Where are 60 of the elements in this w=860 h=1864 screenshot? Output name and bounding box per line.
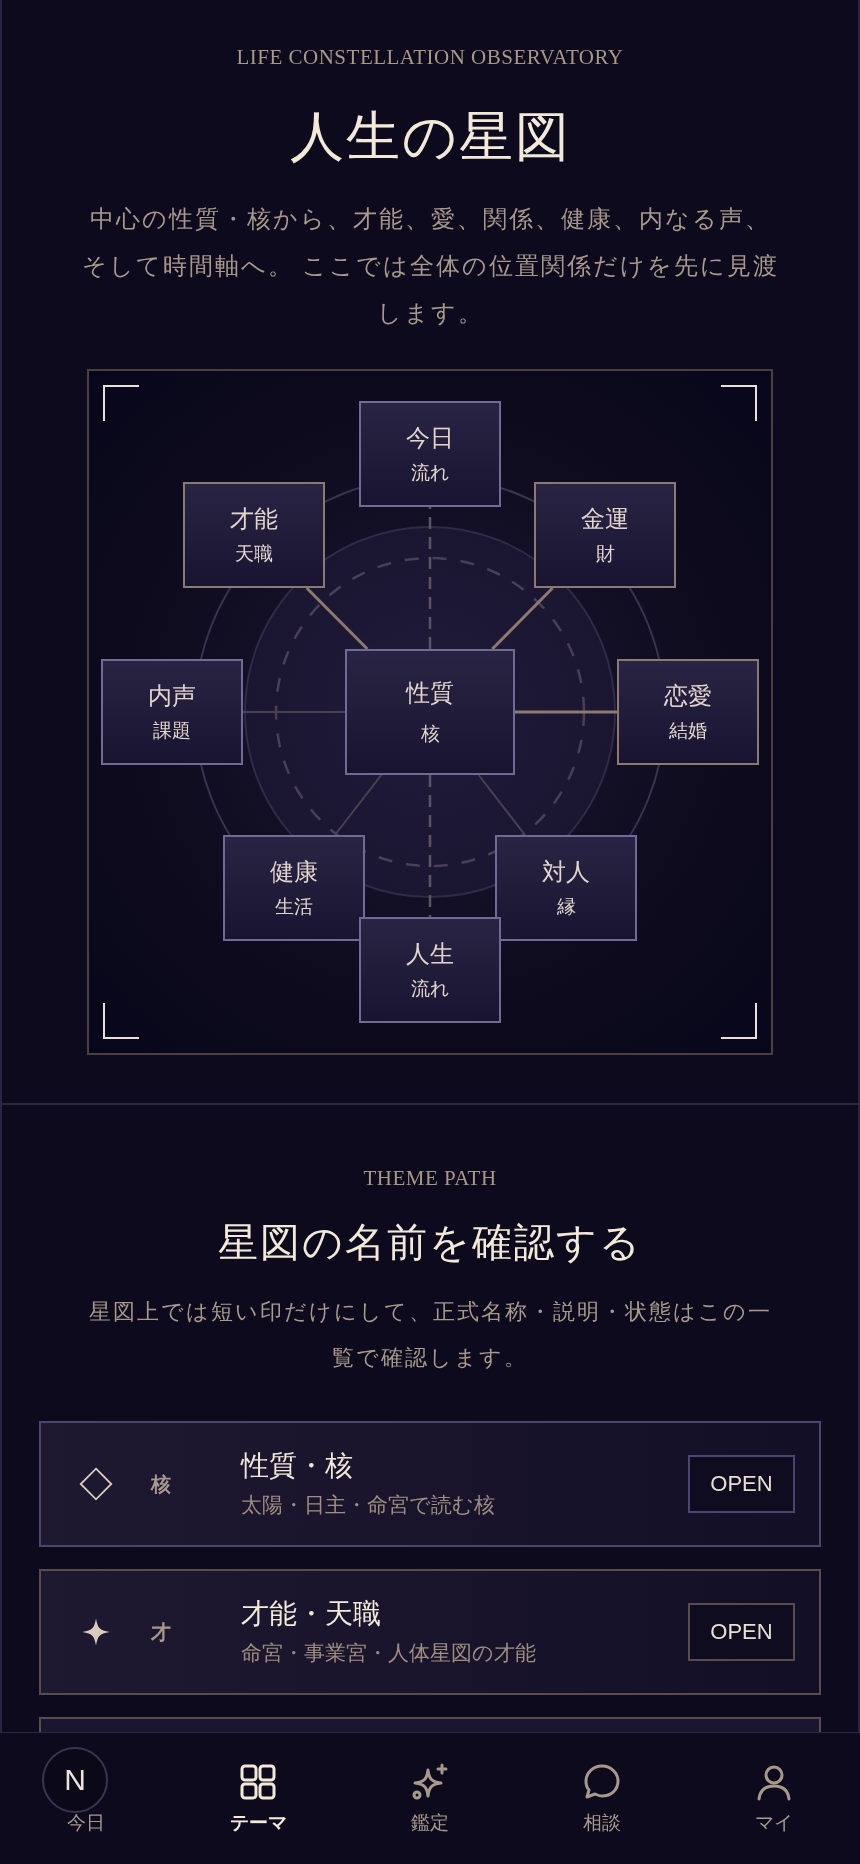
node-title: 人生 [406,940,454,969]
chart-node[interactable]: 人生 流れ [359,917,501,1023]
letter-avatar[interactable]: N [42,1747,108,1813]
corner-mark [721,385,757,421]
grid-icon[interactable] [238,1762,278,1802]
section-description: 星図上では短い印だけにして、正式名称・説明・状態はこの一覧で確認します。 [87,1298,773,1372]
diamond-icon [78,1466,114,1502]
nav-tab[interactable]: 今日 [67,1810,105,1834]
nav-tab[interactable]: 相談 [583,1810,621,1834]
row-subtitle: 命宮・事業宮・人体星図の才能 [241,1640,537,1667]
sparkle-icon[interactable] [410,1762,450,1802]
open-button[interactable]: OPEN [688,1603,795,1661]
section-eyebrow: THEME PATH [363,1165,497,1191]
connector-line [491,586,554,651]
node-title: 内声 [148,682,196,711]
node-subtitle: 結婚 [669,719,707,743]
theme-row[interactable]: 核 性質・核 太陽・日主・命宮で読む核 OPEN [39,1421,821,1547]
node-subtitle: 財 [595,542,615,566]
intro-paragraph: 中心の性質・核から、才能、愛、関係、健康、内なる声、そして時間軸へ。 ここでは全体の位置関係だけを先に見渡します。 [80,205,780,328]
row-title: 才能・天職 [241,1597,382,1631]
row-subtitle: 太陽・日主・命宮で読む核 [241,1492,496,1519]
page-title: 人生の星図 [289,106,571,169]
node-title: 対人 [542,858,590,887]
corner-mark [721,1003,757,1039]
node-title: 今日 [406,424,454,453]
node-subtitle: 縁 [556,895,576,919]
node-subtitle: 天職 [235,542,273,566]
corner-mark [103,385,139,421]
node-subtitle: 課題 [153,719,191,743]
theme-row[interactable]: 才 才能・天職 命宮・事業宮・人体星図の才能 OPEN [39,1569,821,1695]
nav-tab[interactable]: マイ [755,1810,793,1834]
section-title: 星図の名前を確認する [218,1219,642,1267]
corner-mark [103,1003,139,1039]
chart-node[interactable]: 健康 生活 [223,835,365,941]
node-title: 才能 [230,505,278,534]
chart-node[interactable]: 内声 課題 [101,659,243,765]
chart-node[interactable]: 対人 縁 [495,835,637,941]
node-title: 性質 [406,679,454,708]
open-button[interactable]: OPEN [688,1455,795,1513]
nav-tab[interactable]: テーマ [229,1810,287,1834]
row-title: 性質・核 [241,1449,354,1483]
node-subtitle: 流れ [411,461,449,485]
node-title: 金運 [581,505,629,534]
connector-line [333,774,383,836]
node-title: 恋愛 [664,682,712,711]
row-mark: 核 [151,1470,172,1498]
row-mark: 才 [151,1618,172,1646]
chart-node[interactable]: 今日 流れ [359,401,501,507]
nav-tab[interactable]: 鑑定 [411,1810,449,1834]
node-subtitle: 流れ [411,977,449,1001]
chart-node[interactable]: 才能 天職 [183,482,325,588]
chart-node[interactable]: 性質 核 [345,649,515,775]
eyebrow-text: LIFE CONSTELLATION OBSERVATORY [236,44,624,70]
connector-line [305,586,369,651]
chart-node[interactable]: 恋愛 結婚 [617,659,759,765]
chart-node[interactable]: 金運 財 [534,482,676,588]
node-subtitle: 生活 [275,895,313,919]
node-title: 健康 [270,858,318,887]
connector-line [477,774,527,836]
node-subtitle: 核 [420,722,440,746]
